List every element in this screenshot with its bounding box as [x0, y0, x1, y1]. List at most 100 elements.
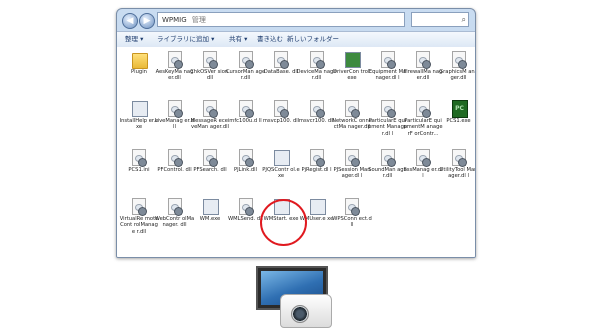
file-item[interactable]: FirewallMa nager.dll [403, 51, 443, 82]
executable-icon [274, 149, 290, 166]
file-item[interactable]: PFControl. dll [155, 149, 195, 173]
file-item[interactable]: NetworkC onnectMa nager.dll [332, 100, 372, 131]
file-item[interactable]: DataBase. dll [261, 51, 301, 75]
file-item[interactable]: DriverCon trol.exe [332, 51, 372, 82]
dll-file-icon [238, 100, 254, 118]
file-label: InstallHelp er.exe [119, 118, 159, 131]
file-label: VirtualRe moteCont rolManage r.dll [119, 216, 159, 235]
file-label: GraphicsM anager.dll [439, 69, 476, 82]
file-item[interactable]: PC PCS1.exe [439, 100, 476, 124]
add-to-library-button[interactable]: ライブラリに追加 ▾ [157, 32, 214, 47]
application-icon [345, 51, 361, 68]
forward-button[interactable]: ▶ [139, 13, 155, 29]
dll-file-icon [345, 100, 360, 118]
file-item[interactable]: PJLink.dll [226, 149, 266, 173]
file-item[interactable]: DeviceMa nager.dll [297, 51, 337, 82]
file-item[interactable]: PjRegist.dl l [297, 149, 337, 173]
file-label: CursorMan ager.dll [225, 69, 266, 82]
new-folder-button[interactable]: 新しいフォルダー [287, 32, 339, 47]
dll-file-icon [309, 149, 325, 167]
file-label: DeviceMa nager.dll [296, 69, 337, 82]
file-item[interactable]: PFSearch. dll [190, 149, 230, 173]
file-item[interactable]: WPSConn ect.dll [332, 198, 372, 229]
file-label: mfc100u.d ll [229, 118, 262, 124]
file-label: DriverCon trol.exe [332, 69, 371, 82]
executable-icon [132, 100, 148, 117]
file-item[interactable]: SoundMan ager.dll [368, 149, 408, 180]
command-bar: 整理 ▾ ライブラリに追加 ▾ 共有 ▾ 書き込む 新しいフォルダー [117, 31, 475, 48]
dll-file-icon [416, 100, 431, 118]
file-label: WM.exe [199, 216, 221, 222]
file-item[interactable]: UtilityTool Manager.dl l [439, 149, 476, 180]
dll-file-icon [132, 149, 147, 167]
dll-file-icon [309, 51, 325, 69]
file-item[interactable]: PCS1.ini [119, 149, 159, 173]
file-label: ChkOSVer sion.dll [190, 69, 230, 82]
file-label: msvcr100. dll [298, 118, 335, 124]
file-item[interactable]: Equipment Manager.dl l [368, 51, 408, 82]
file-label: PJQSContr ol.exe [262, 167, 300, 180]
file-label: UtilityTool Manager.dl l [439, 167, 476, 180]
executable-icon [203, 198, 219, 215]
file-item[interactable]: msvcp100. dll [261, 100, 301, 124]
title-bar: ◀ ▶ WPMIG 管理 ⌕ [117, 9, 475, 31]
dll-file-icon [167, 198, 183, 216]
share-button[interactable]: 共有 ▾ [229, 32, 247, 47]
file-label: MessageR eceiveMan ager.dll [190, 118, 230, 131]
lens-icon [291, 305, 309, 323]
file-label: PCS1.exe [446, 118, 471, 124]
dll-file-icon [274, 51, 289, 69]
dll-file-icon [238, 51, 254, 69]
file-item[interactable]: ParticularE quipment Manager.dl l [368, 100, 408, 137]
file-item[interactable]: ParticularE quipmentM anagerF orContr... [403, 100, 443, 137]
file-item[interactable]: ChkOSVer sion.dll [190, 51, 230, 82]
dll-file-icon [167, 100, 183, 118]
burn-button[interactable]: 書き込む [257, 32, 283, 47]
dll-file-icon [274, 100, 289, 118]
dll-file-icon [132, 198, 147, 216]
dll-file-icon [451, 51, 467, 69]
file-item[interactable]: Plugin [119, 51, 159, 75]
address-text: WPMIG [162, 16, 187, 24]
dll-file-icon [380, 100, 396, 118]
dll-file-icon [345, 198, 360, 216]
back-button[interactable]: ◀ [122, 13, 138, 29]
file-item[interactable]: msvcr100. dll [297, 100, 337, 124]
file-item[interactable]: InstallHelp er.exe [119, 100, 159, 131]
search-input[interactable]: ⌕ [411, 12, 469, 27]
file-label: DataBase. dll [263, 69, 299, 75]
explorer-window: ◀ ▶ WPMIG 管理 ⌕ 整理 ▾ ライブラリに追加 ▾ 共有 ▾ 書き込む… [116, 8, 476, 258]
dll-file-icon [203, 149, 218, 167]
folder-icon [132, 51, 148, 69]
file-label: PJLink.dll [233, 167, 258, 173]
file-label: PJSession Manager.dl l [333, 167, 371, 180]
dll-file-icon [203, 100, 218, 118]
file-label: FirewallMa nager.dll [403, 69, 443, 82]
organize-button[interactable]: 整理 ▾ [125, 32, 143, 47]
projector-illustration [256, 266, 336, 332]
file-label: msvcp100. dll [262, 118, 300, 124]
file-item[interactable]: mfc100u.d ll [226, 100, 266, 124]
file-item[interactable]: MessageR eceiveMan ager.dll [190, 100, 230, 131]
file-item[interactable]: PJQSContr ol.exe [261, 149, 301, 180]
dll-file-icon [380, 51, 396, 69]
search-icon: ⌕ [461, 15, 466, 24]
address-bar[interactable]: WPMIG 管理 [157, 12, 405, 27]
file-label: NetworkC onnectMa nager.dll [332, 118, 372, 131]
dll-file-icon [345, 149, 360, 167]
dll-file-icon [416, 51, 431, 69]
file-item[interactable]: PJSession Manager.dl l [332, 149, 372, 180]
file-label: Equipment Manager.dl l [368, 69, 407, 82]
address-suffix: 管理 [191, 16, 206, 24]
file-item[interactable]: LiveManag er.dll [155, 100, 195, 131]
file-label: PFSearch. dll [193, 167, 227, 173]
file-item[interactable]: WM.exe [190, 198, 230, 222]
file-item[interactable]: VirtualRe moteCont rolManage r.dll [119, 198, 159, 235]
file-item[interactable]: CursorMan ager.dll [226, 51, 266, 82]
file-label: ParticularE quipmentM anagerF orContr... [403, 118, 443, 137]
file-item[interactable]: WebContr olManager. dll [155, 198, 195, 229]
file-item[interactable]: SssManag er.dll [403, 149, 443, 180]
file-item[interactable]: GraphicsM anager.dll [439, 51, 476, 82]
file-item[interactable]: AesKeyMa nager.dll [155, 51, 195, 82]
file-label: SoundMan ager.dll [368, 167, 407, 180]
